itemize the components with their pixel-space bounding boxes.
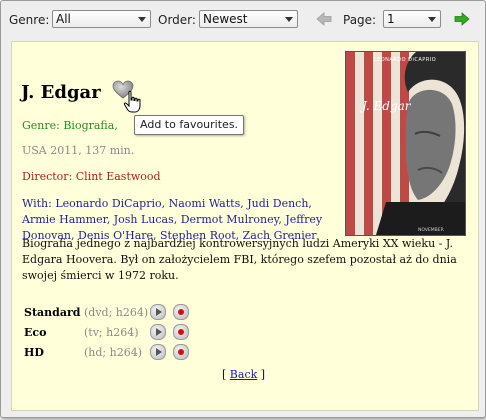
movie-director: Director: Clint Eastwood bbox=[22, 170, 161, 183]
record-icon[interactable] bbox=[173, 304, 189, 320]
page-select[interactable]: 1 bbox=[383, 10, 441, 28]
format-row: Eco (tv; h264) bbox=[24, 324, 224, 340]
order-select-value: Newest bbox=[203, 12, 248, 26]
movie-poster: LEONARDO DiCAPRIO J. Edgar NOVEMBER bbox=[345, 51, 466, 236]
order-label: Order: bbox=[158, 13, 196, 27]
movie-details-panel: J. Edgar Add to favourites. Genre: Biogr… bbox=[11, 41, 479, 411]
format-row: Standard (dvd; h264) bbox=[24, 304, 224, 320]
format-detail: (tv; h264) bbox=[84, 326, 139, 339]
chevron-down-icon bbox=[428, 17, 436, 22]
format-name: HD bbox=[24, 346, 44, 359]
genre-select[interactable]: All bbox=[52, 10, 151, 28]
app-window: Genre: All Order: Newest Page: 1 J. Edga… bbox=[0, 0, 486, 418]
genre-select-value: All bbox=[56, 12, 71, 26]
play-icon[interactable] bbox=[150, 304, 166, 320]
favourite-tooltip: Add to favourites. bbox=[134, 115, 245, 135]
record-icon[interactable] bbox=[173, 324, 189, 340]
format-name: Eco bbox=[24, 326, 47, 339]
back-link[interactable]: Back bbox=[230, 368, 257, 381]
play-icon[interactable] bbox=[150, 324, 166, 340]
hand-cursor-icon bbox=[123, 90, 141, 113]
order-select[interactable]: Newest bbox=[199, 10, 298, 28]
back-bracket-close: ] bbox=[260, 368, 266, 381]
arrow-right-icon[interactable] bbox=[454, 12, 470, 26]
genre-label: Genre: bbox=[9, 13, 50, 27]
back-nav: [ Back ] bbox=[222, 368, 265, 381]
format-detail: (hd; h264) bbox=[84, 346, 142, 359]
movie-title: J. Edgar bbox=[21, 82, 101, 103]
movie-genre: Genre: Biografia, bbox=[22, 119, 118, 132]
chevron-down-icon bbox=[138, 17, 146, 22]
movie-description: Biografia jednego z najbardziej kontrowe… bbox=[22, 237, 457, 282]
page-select-value: 1 bbox=[387, 12, 395, 26]
poster-top-text: LEONARDO DiCAPRIO bbox=[374, 57, 436, 63]
format-name: Standard bbox=[24, 306, 81, 319]
movie-meta: USA 2011, 137 min. bbox=[22, 144, 135, 157]
record-icon[interactable] bbox=[173, 344, 189, 360]
arrow-left-icon[interactable] bbox=[316, 12, 332, 26]
toolbar: Genre: All Order: Newest Page: 1 bbox=[1, 1, 485, 39]
play-icon[interactable] bbox=[150, 344, 166, 360]
poster-bottom-text: NOVEMBER bbox=[418, 227, 444, 233]
page-label: Page: bbox=[343, 13, 377, 27]
back-bracket-open: [ bbox=[222, 368, 227, 381]
poster-script-title: J. Edgar bbox=[359, 99, 412, 113]
format-detail: (dvd; h264) bbox=[84, 306, 149, 319]
format-row: HD (hd; h264) bbox=[24, 344, 224, 360]
chevron-down-icon bbox=[285, 17, 293, 22]
